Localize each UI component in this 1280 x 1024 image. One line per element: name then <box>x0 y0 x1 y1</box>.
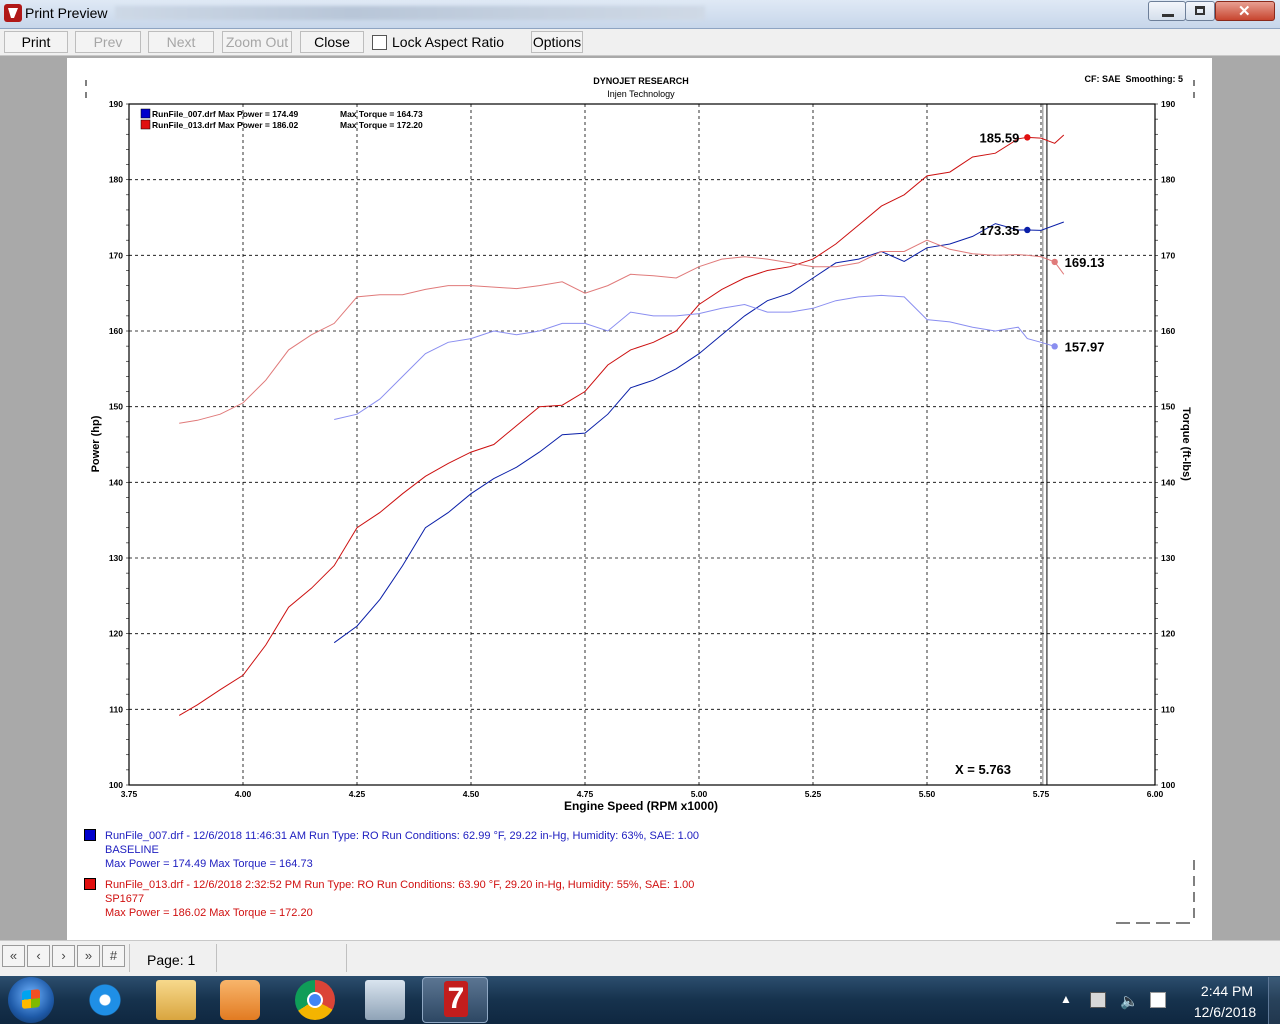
x-tick-label: 4.75 <box>577 789 594 799</box>
x-tick-label: 4.50 <box>463 789 480 799</box>
y-tick-label: 180 <box>109 175 123 185</box>
y-tick-label: 140 <box>109 477 123 487</box>
page-frame <box>85 80 1195 924</box>
y2-tick-label: 120 <box>1161 629 1175 639</box>
internet-explorer-icon[interactable] <box>85 980 125 1020</box>
y-axis-label: Power (hp) <box>90 415 102 472</box>
peak-value-label: 169.13 <box>1065 255 1105 270</box>
peak-value-label: 185.59 <box>980 130 1020 145</box>
y2-tick-label: 110 <box>1161 704 1175 714</box>
series-line-1 <box>178 134 1065 716</box>
run-013-line3: Max Power = 186.02 Max Torque = 172.20 <box>105 907 313 919</box>
action-center-icon[interactable] <box>1150 992 1166 1008</box>
y-tick-label: 120 <box>109 629 123 639</box>
y-tick-label: 100 <box>109 780 123 790</box>
goto-page-button[interactable]: # <box>102 945 125 967</box>
y2-tick-label: 100 <box>1161 780 1175 790</box>
run-007-line1: RunFile_007.drf - 12/6/2018 11:46:31 AM … <box>105 830 700 842</box>
status-separator <box>216 944 217 972</box>
y2-tick-label: 140 <box>1161 477 1175 487</box>
y-tick-label: 170 <box>109 250 123 260</box>
legend-007-text: RunFile_007.drf Max Power = 174.49 <box>152 109 298 119</box>
axis-ticks: 3.75 4.00 4.25 4.50 4.75 5.00 5.25 5.50 5.75 6.00… <box>109 99 1176 799</box>
y2-tick-label: 160 <box>1161 326 1175 336</box>
plot-frame <box>128 103 1156 786</box>
y2-tick-label: 130 <box>1161 553 1175 563</box>
page-indicator: Page: 1 <box>147 952 196 968</box>
series-lines <box>178 134 1065 716</box>
peak-marker <box>1051 258 1058 266</box>
run-007-info: RunFile_007.drf - 12/6/2018 11:46:31 AM … <box>105 829 699 871</box>
y2-tick-label: 150 <box>1161 402 1175 412</box>
run-013-line2: SP1677 <box>105 893 145 905</box>
x-tick-label: 5.50 <box>919 789 936 799</box>
y-tick-label: 150 <box>109 402 123 412</box>
peak-value-label: 173.35 <box>980 223 1020 238</box>
y2-axis-label: Torque (ft-lbs) <box>1180 407 1192 481</box>
legend-swatch-013 <box>140 119 151 130</box>
run-007-swatch <box>84 829 96 841</box>
run-007-line2: BASELINE <box>105 844 159 856</box>
x-axis-label: Engine Speed (RPM x1000) <box>564 799 718 813</box>
peak-value-label: 157.97 <box>1065 339 1105 354</box>
chrome-icon[interactable] <box>295 980 335 1020</box>
peak-marker <box>1024 134 1031 141</box>
legend-swatch-007 <box>140 108 151 119</box>
series-line-2 <box>334 294 1055 420</box>
x-tick-label: 4.00 <box>235 789 252 799</box>
x-tick-label: 6.00 <box>1147 789 1164 799</box>
show-desktop-button[interactable] <box>1268 977 1280 1024</box>
run-013-swatch <box>84 878 96 890</box>
report-header-subtitle: Injen Technology <box>607 89 675 99</box>
last-page-button[interactable]: » <box>77 945 100 967</box>
x-tick-label: 5.25 <box>805 789 822 799</box>
series-line-3 <box>179 239 1065 424</box>
y-tick-label: 190 <box>109 99 123 109</box>
clock-time[interactable]: 2:44 PM <box>1192 983 1262 999</box>
y2-tick-label: 180 <box>1161 175 1175 185</box>
volume-icon[interactable]: 🔈 <box>1120 992 1139 1010</box>
x-tick-label: 3.75 <box>121 789 138 799</box>
grid <box>129 104 1155 785</box>
y-tick-label: 160 <box>109 326 123 336</box>
legend-013-text: RunFile_013.drf Max Power = 186.02 <box>152 120 298 130</box>
run-013-info: RunFile_013.drf - 12/6/2018 2:32:52 PM R… <box>105 878 694 920</box>
y2-tick-label: 190 <box>1161 99 1175 109</box>
x-tick-label: 4.25 <box>349 789 366 799</box>
run-013-line1: RunFile_013.drf - 12/6/2018 2:32:52 PM R… <box>105 879 695 891</box>
report-header-title: DYNOJET RESEARCH <box>593 76 689 86</box>
status-separator <box>346 944 347 972</box>
clock-date[interactable]: 12/6/2018 <box>1185 1004 1265 1020</box>
run-007-line3: Max Power = 174.49 Max Torque = 164.73 <box>105 858 313 870</box>
legend-007-torque: Max Torque = 164.73 <box>340 109 423 119</box>
show-hidden-icons[interactable]: ▲ <box>1060 992 1076 1008</box>
network-icon[interactable] <box>1090 992 1106 1008</box>
x-tick-label: 5.00 <box>691 789 708 799</box>
cf-smoothing-info: CF: SAE Smoothing: 5 <box>1085 74 1184 84</box>
winpep-taskbar-app[interactable] <box>422 977 488 1023</box>
y2-tick-label: 170 <box>1161 250 1175 260</box>
y-tick-label: 130 <box>109 553 123 563</box>
peak-annotations: 185.59 173.35 169.13 157.97 <box>980 130 1105 354</box>
x-tick-label: 5.75 <box>1033 789 1050 799</box>
first-page-button[interactable]: « <box>2 945 25 967</box>
peak-marker <box>1051 343 1058 350</box>
calculator-icon[interactable] <box>365 980 405 1020</box>
y-tick-label: 110 <box>109 704 123 714</box>
cursor-readout: X = 5.763 <box>955 762 1011 777</box>
status-separator <box>129 944 130 972</box>
start-button[interactable] <box>8 977 54 1023</box>
peak-marker <box>1024 226 1031 234</box>
legend-013-torque: Max Torque = 172.20 <box>340 120 423 130</box>
file-explorer-icon[interactable] <box>156 980 196 1020</box>
next-page-button[interactable]: › <box>52 945 75 967</box>
media-player-icon[interactable] <box>220 980 260 1020</box>
prev-page-button[interactable]: ‹ <box>27 945 50 967</box>
